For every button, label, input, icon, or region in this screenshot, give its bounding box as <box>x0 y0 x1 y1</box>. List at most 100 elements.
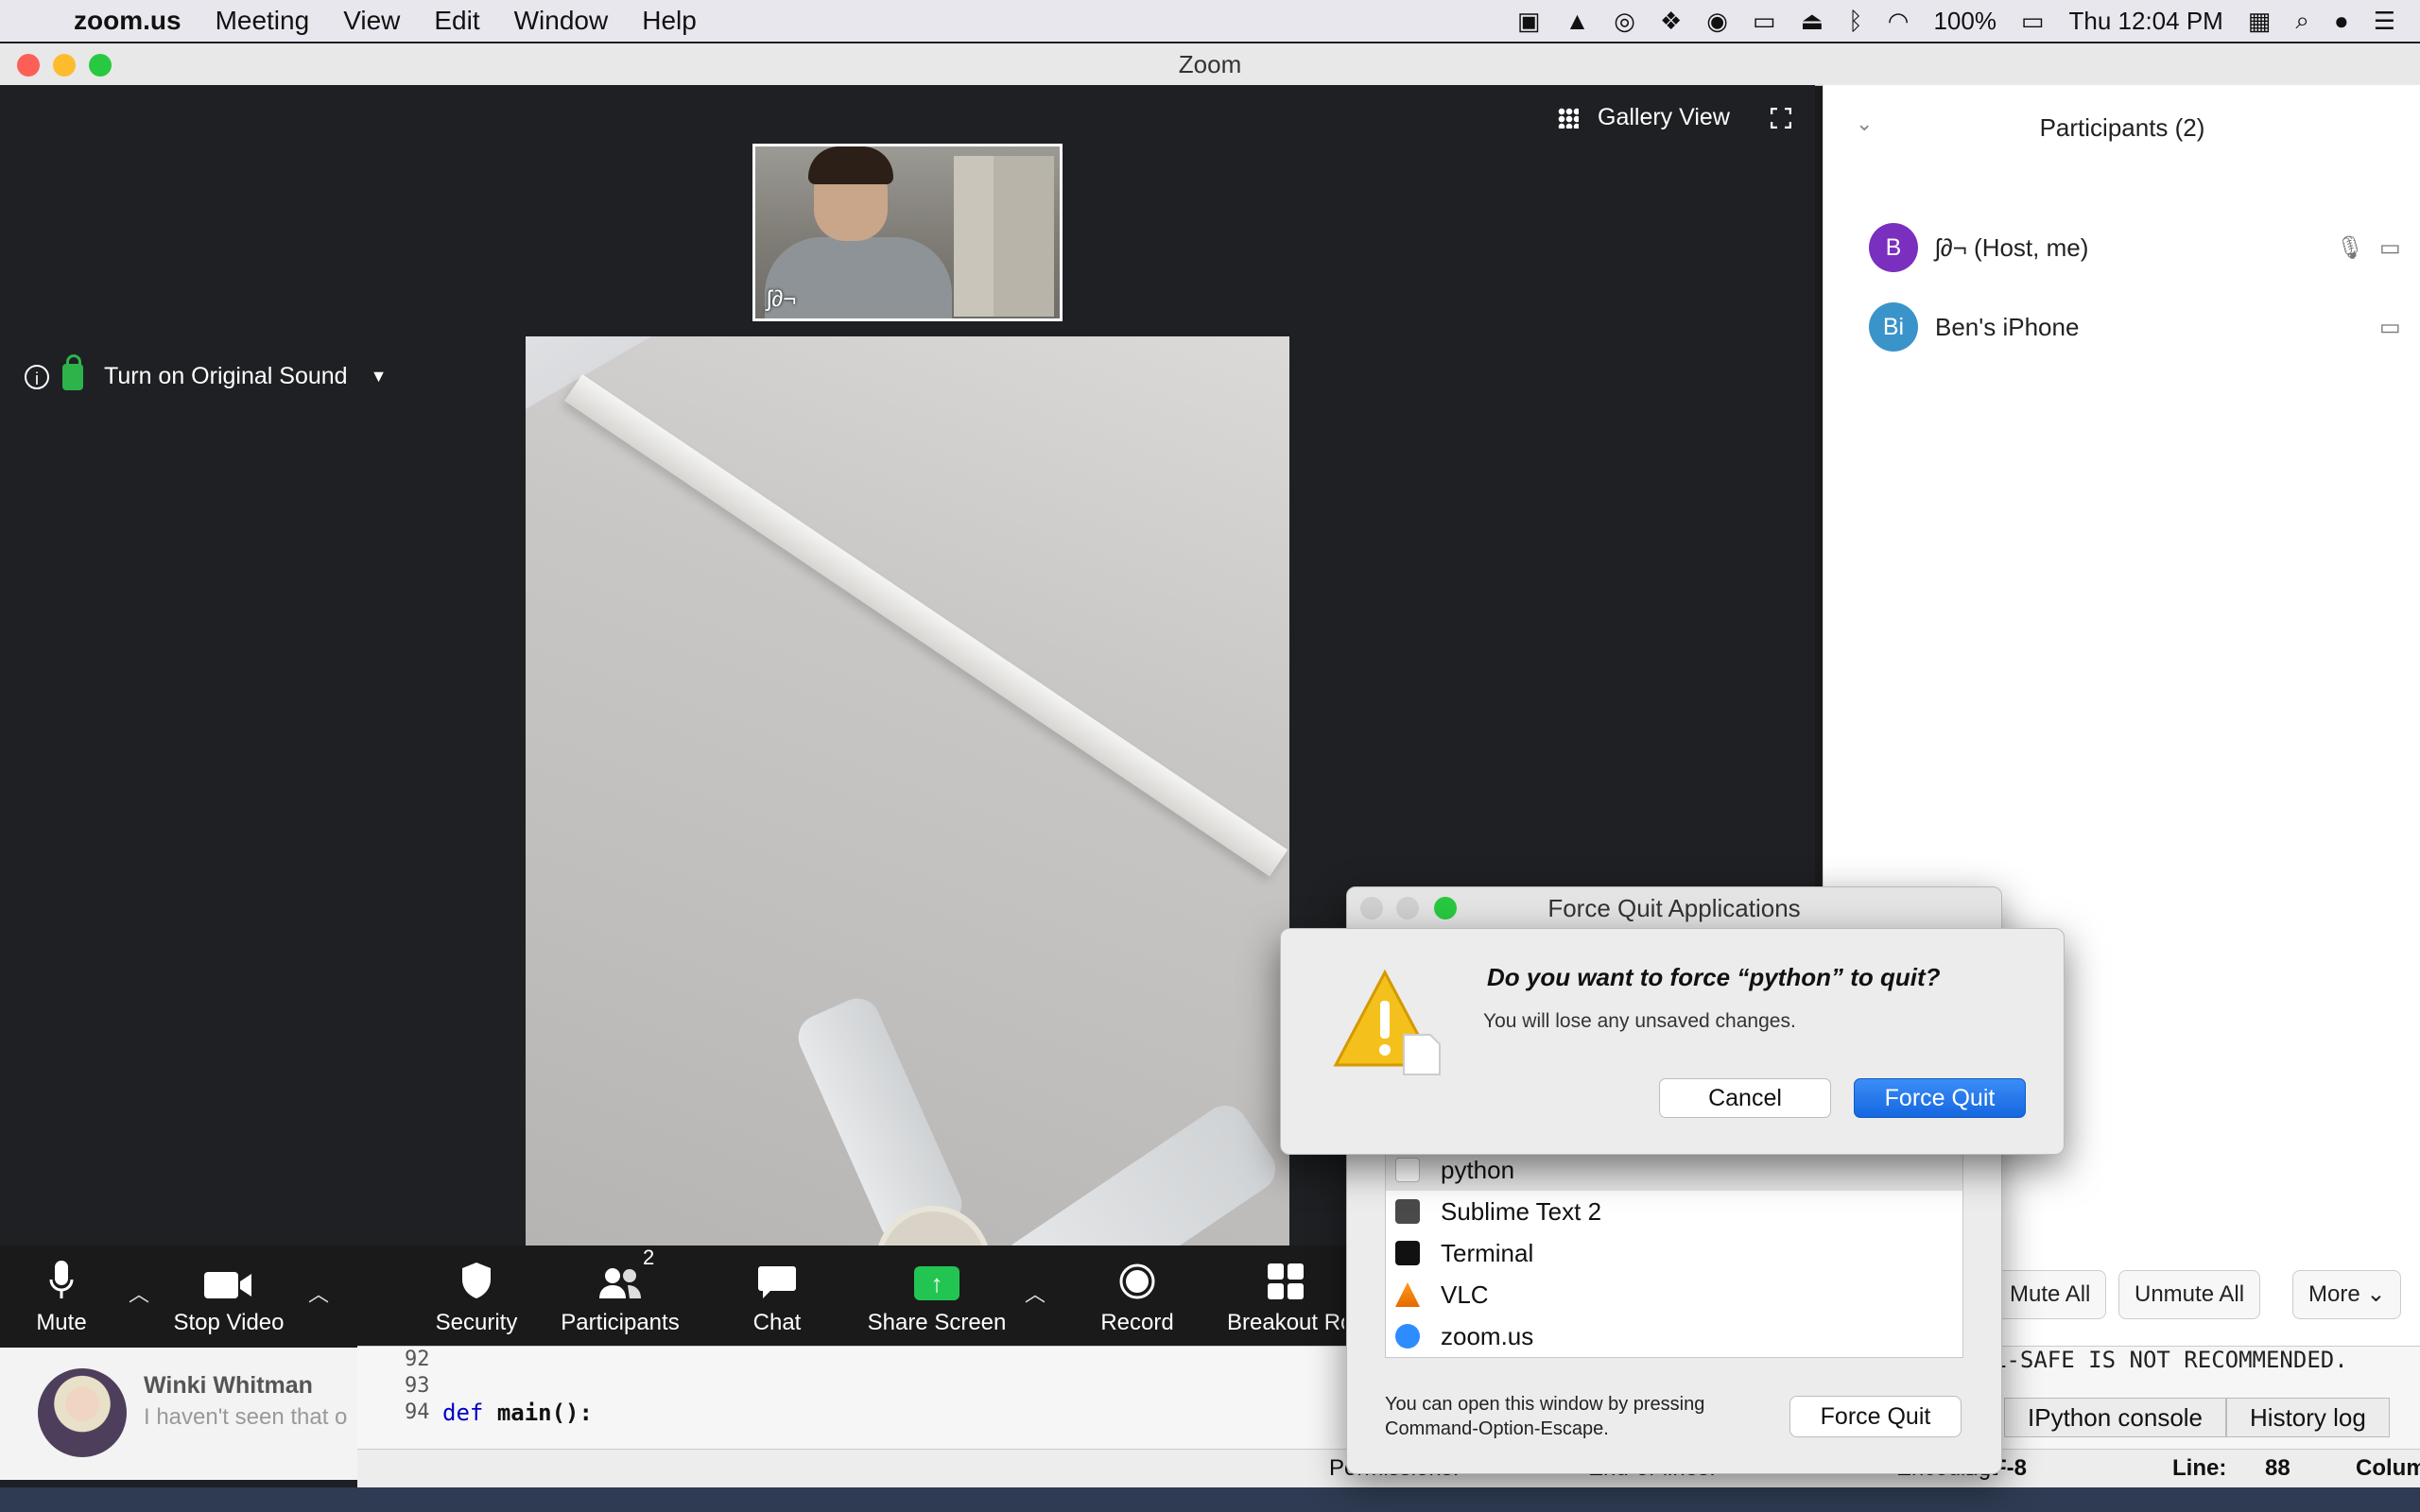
original-sound-label: Turn on Original Sound <box>104 363 348 389</box>
menu-view[interactable]: View <box>343 6 400 36</box>
close-window-button[interactable] <box>1360 897 1383 919</box>
mute-button[interactable]: Mute <box>19 1246 104 1348</box>
video-options-caret-icon[interactable]: ︿ <box>308 1278 329 1308</box>
chevron-down-icon[interactable]: ⌄ <box>1856 113 1873 134</box>
list-item[interactable]: zoom.us <box>1386 1315 1962 1357</box>
app-name: Sublime Text 2 <box>1441 1196 1602 1226</box>
participant-row[interactable]: Bi Ben's iPhone ▭ <box>1869 301 2401 353</box>
app-name: Terminal <box>1441 1238 1534 1267</box>
confirm-force-quit-button[interactable]: Force Quit <box>1854 1078 2026 1118</box>
chat-button[interactable]: Chat <box>737 1246 817 1348</box>
more-label: More <box>2308 1281 2360 1307</box>
encryption-lock-icon <box>62 353 83 390</box>
share-options-caret-icon[interactable]: ︿ <box>1025 1278 1046 1308</box>
vlc-status-icon[interactable]: ▲ <box>1565 7 1590 36</box>
mute-label: Mute <box>36 1310 87 1335</box>
zoom-window-title: Zoom <box>1178 50 1242 78</box>
zoom-window-button[interactable] <box>1434 897 1457 919</box>
bluetooth-icon[interactable]: ᛒ <box>1848 7 1863 36</box>
participant-row[interactable]: B ʃ∂¬ (Host, me) 🎙 ▭ <box>1869 221 2401 274</box>
menu-meeting[interactable]: Meeting <box>216 6 310 36</box>
chat-notification[interactable]: Winki Whitman I haven't seen that o <box>0 1348 357 1480</box>
alert-message: You will lose any unsaved changes. <box>1483 1010 1796 1032</box>
audio-options-caret-icon[interactable]: ︿ <box>129 1278 149 1308</box>
code-text: main(): <box>496 1400 593 1426</box>
menu-edit[interactable]: Edit <box>434 6 479 36</box>
video-camera-icon[interactable]: ▭ <box>2379 314 2401 341</box>
force-quit-button[interactable]: Force Quit <box>1789 1396 1962 1437</box>
document-icon <box>1395 1158 1420 1182</box>
siri-icon[interactable]: ● <box>2334 7 2349 36</box>
alert-title: Do you want to force “python” to quit? <box>1487 963 1941 991</box>
record-button[interactable]: Record <box>1095 1246 1180 1348</box>
wifi-icon[interactable]: ◠ <box>1888 7 1910 36</box>
line-numbers: 92 93 94 <box>405 1347 430 1426</box>
tab-ipython-console[interactable]: IPython console <box>2004 1398 2227 1437</box>
breakout-grid-icon <box>1268 1263 1304 1299</box>
zoom-status-icon[interactable]: ▣ <box>1517 7 1541 36</box>
minimize-window-button[interactable] <box>53 54 76 77</box>
stop-video-button[interactable]: Stop Video <box>166 1246 291 1348</box>
notification-center-icon[interactable]: ☰ <box>2374 7 2395 36</box>
menu-window[interactable]: Window <box>514 6 609 36</box>
dropbox-icon[interactable]: ❖ <box>1660 7 1682 36</box>
menu-help[interactable]: Help <box>642 6 697 36</box>
mute-all-button[interactable]: Mute All <box>1994 1270 2107 1319</box>
avatar: B <box>1869 223 1918 272</box>
clock[interactable]: Thu 12:04 PM <box>2069 7 2223 36</box>
status-line-value: 88 <box>2265 1455 2290 1481</box>
line-number: 94 <box>405 1400 430 1424</box>
zoom-title-bar: Zoom <box>0 43 2420 86</box>
unmute-all-button[interactable]: Unmute All <box>2118 1270 2261 1319</box>
chat-sender-name: Winki Whitman <box>144 1372 313 1399</box>
breakout-rooms-button[interactable]: Breakout Ro <box>1227 1246 1344 1348</box>
gallery-view-label: Gallery View <box>1598 104 1730 130</box>
line-number: 93 <box>405 1374 430 1398</box>
eject-icon[interactable]: ⏏ <box>1801 7 1824 36</box>
video-camera-icon <box>204 1272 251 1298</box>
video-camera-icon[interactable]: ▭ <box>2379 234 2401 262</box>
list-item[interactable]: VLC <box>1386 1274 1962 1315</box>
self-video-name: ʃ∂¬ <box>767 286 797 312</box>
original-sound-toggle[interactable]: i Turn on Original Sound ▼ <box>25 353 388 390</box>
minimize-window-button[interactable] <box>1396 897 1419 919</box>
stop-video-label: Stop Video <box>173 1310 285 1335</box>
security-label: Security <box>435 1310 518 1335</box>
spotlight-search-icon[interactable]: ⌕ <box>2295 6 2309 36</box>
more-button[interactable]: More ⌄ <box>2292 1270 2402 1319</box>
airplay-icon[interactable]: ▭ <box>1753 7 1776 36</box>
list-item[interactable]: Terminal <box>1386 1232 1962 1274</box>
info-icon[interactable]: i <box>25 364 49 389</box>
soccer-icon[interactable]: ◉ <box>1706 7 1728 36</box>
terminal-icon <box>1395 1241 1420 1265</box>
close-window-button[interactable] <box>17 54 40 77</box>
shield-icon <box>462 1263 491 1298</box>
vlc-cone-icon <box>1395 1282 1420 1307</box>
app-name: python <box>1441 1155 1515 1184</box>
security-button[interactable]: Security <box>427 1246 526 1348</box>
tab-history-log[interactable]: History log <box>2226 1398 2390 1437</box>
caret-down-icon[interactable]: ▼ <box>371 367 388 387</box>
share-screen-button[interactable]: ↑ Share Screen <box>866 1246 1008 1348</box>
cancel-button[interactable]: Cancel <box>1659 1078 1831 1118</box>
self-video-thumbnail[interactable]: ʃ∂¬ <box>752 144 1063 321</box>
list-item[interactable]: Sublime Text 2 <box>1386 1191 1962 1232</box>
record-label: Record <box>1100 1310 1174 1335</box>
record-icon <box>1119 1263 1155 1299</box>
record-status-icon[interactable]: ◎ <box>1614 7 1635 36</box>
battery-icon[interactable]: ▭ <box>2021 7 2045 36</box>
gallery-view-button[interactable]: Gallery View <box>1558 104 1730 131</box>
participants-button[interactable]: Participants <box>556 1246 684 1348</box>
menu-app-name[interactable]: zoom.us <box>74 6 182 36</box>
us-flag-icon[interactable]: ▦ <box>2248 7 2272 36</box>
battery-percent: 100% <box>1933 6 1996 35</box>
fullscreen-icon[interactable] <box>1771 108 1791 129</box>
line-number: 92 <box>405 1348 430 1371</box>
code-line[interactable]: def main(): <box>442 1400 593 1426</box>
zoom-window-button[interactable] <box>89 54 112 77</box>
force-quit-title: Force Quit Applications <box>1547 894 1801 922</box>
list-item[interactable]: python <box>1386 1149 1962 1191</box>
participants-panel-title: Participants (2) <box>2039 113 2205 142</box>
microphone-icon[interactable]: 🎙 <box>2336 234 2364 262</box>
force-quit-alert: Do you want to force “python” to quit? Y… <box>1280 928 2065 1155</box>
